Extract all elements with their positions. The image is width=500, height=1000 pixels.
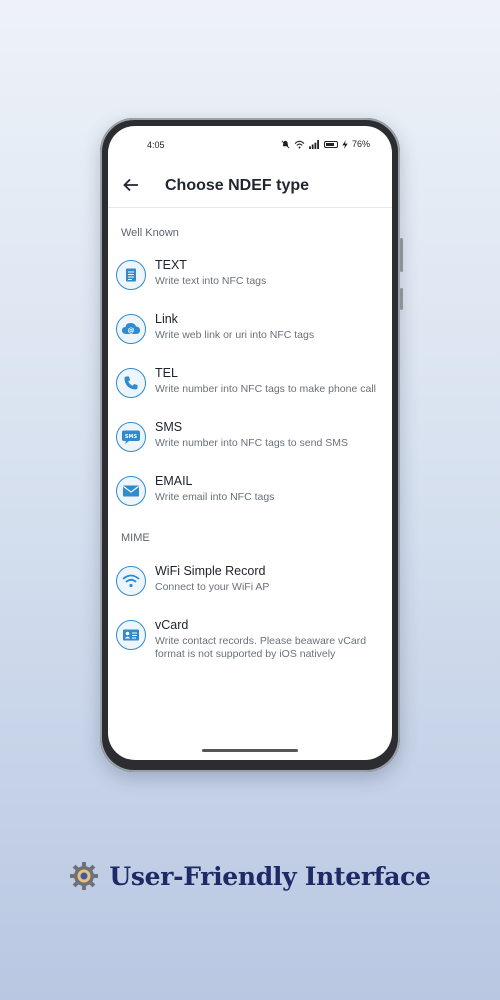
email-icon xyxy=(116,476,146,506)
app-bar: Choose NDEF type xyxy=(108,164,392,208)
phone-frame: 4:05 76% Choose NDEF type Well Known TEX… xyxy=(100,118,403,772)
list-item-label: TEL xyxy=(155,366,178,380)
power-button xyxy=(400,288,403,310)
link-at-icon: @ xyxy=(116,314,146,344)
volume-button xyxy=(400,238,403,272)
svg-text:@: @ xyxy=(128,327,135,335)
status-time: 4:05 xyxy=(147,140,165,150)
status-icons: 76% xyxy=(281,139,370,149)
wifi-icon xyxy=(116,566,146,596)
list-item-label: vCard xyxy=(155,618,189,632)
list-item-desc: Write text into NFC tags xyxy=(155,275,267,287)
section-title-well-known: Well Known xyxy=(121,227,179,239)
status-bar: 4:05 76% xyxy=(108,126,392,156)
sms-icon: SMS xyxy=(116,422,146,452)
list-item-desc: Write email into NFC tags xyxy=(155,491,275,503)
phone-screen: 4:05 76% Choose NDEF type Well Known TEX… xyxy=(108,126,392,760)
list-item-desc: Write number into NFC tags to send SMS xyxy=(155,437,348,449)
signal-icon xyxy=(309,139,319,149)
list-item-desc: Write web link or uri into NFC tags xyxy=(155,329,315,341)
back-arrow-icon[interactable] xyxy=(122,176,140,194)
promo-caption: User-Friendly Interface xyxy=(0,856,500,896)
vcard-icon xyxy=(116,620,146,650)
list-item-label: EMAIL xyxy=(155,474,193,488)
list-item-email[interactable]: EMAIL Write email into NFC tags xyxy=(108,472,392,520)
gear-icon xyxy=(70,862,99,890)
home-indicator[interactable] xyxy=(202,749,298,752)
list-item-label: SMS xyxy=(155,420,183,434)
list-item-desc: Connect to your WiFi AP xyxy=(155,581,270,593)
battery-icon xyxy=(323,140,338,148)
list-item-wifi[interactable]: WiFi Simple Record Connect to your WiFi … xyxy=(108,562,392,610)
phone-icon xyxy=(116,368,146,398)
wifi-status-icon xyxy=(294,140,305,148)
list-item-label: Link xyxy=(155,312,178,326)
battery-percent: 76% xyxy=(351,139,370,149)
caption-text: User-Friendly Interface xyxy=(109,861,431,891)
list-item-vcard[interactable]: vCard Write contact records. Please beaw… xyxy=(108,616,392,664)
list-item-desc: Write number into NFC tags to make phone… xyxy=(155,383,376,395)
list-item-text[interactable]: TEXT Write text into NFC tags xyxy=(108,256,392,304)
list-item-tel[interactable]: TEL Write number into NFC tags to make p… xyxy=(108,364,392,412)
list-item-sms[interactable]: SMS SMS Write number into NFC tags to se… xyxy=(108,418,392,466)
text-document-icon xyxy=(116,260,146,290)
list-item-desc: Write contact records. Please beaware vC… xyxy=(155,635,367,660)
list-item-label: TEXT xyxy=(155,258,187,272)
page-title: Choose NDEF type xyxy=(165,177,310,194)
mute-bell-icon xyxy=(281,140,290,148)
list-item-label: WiFi Simple Record xyxy=(155,564,266,578)
section-title-mime: MIME xyxy=(121,532,150,544)
charging-icon xyxy=(342,139,348,149)
svg-text:SMS: SMS xyxy=(125,434,138,440)
list-item-link[interactable]: @ Link Write web link or uri into NFC ta… xyxy=(108,310,392,358)
